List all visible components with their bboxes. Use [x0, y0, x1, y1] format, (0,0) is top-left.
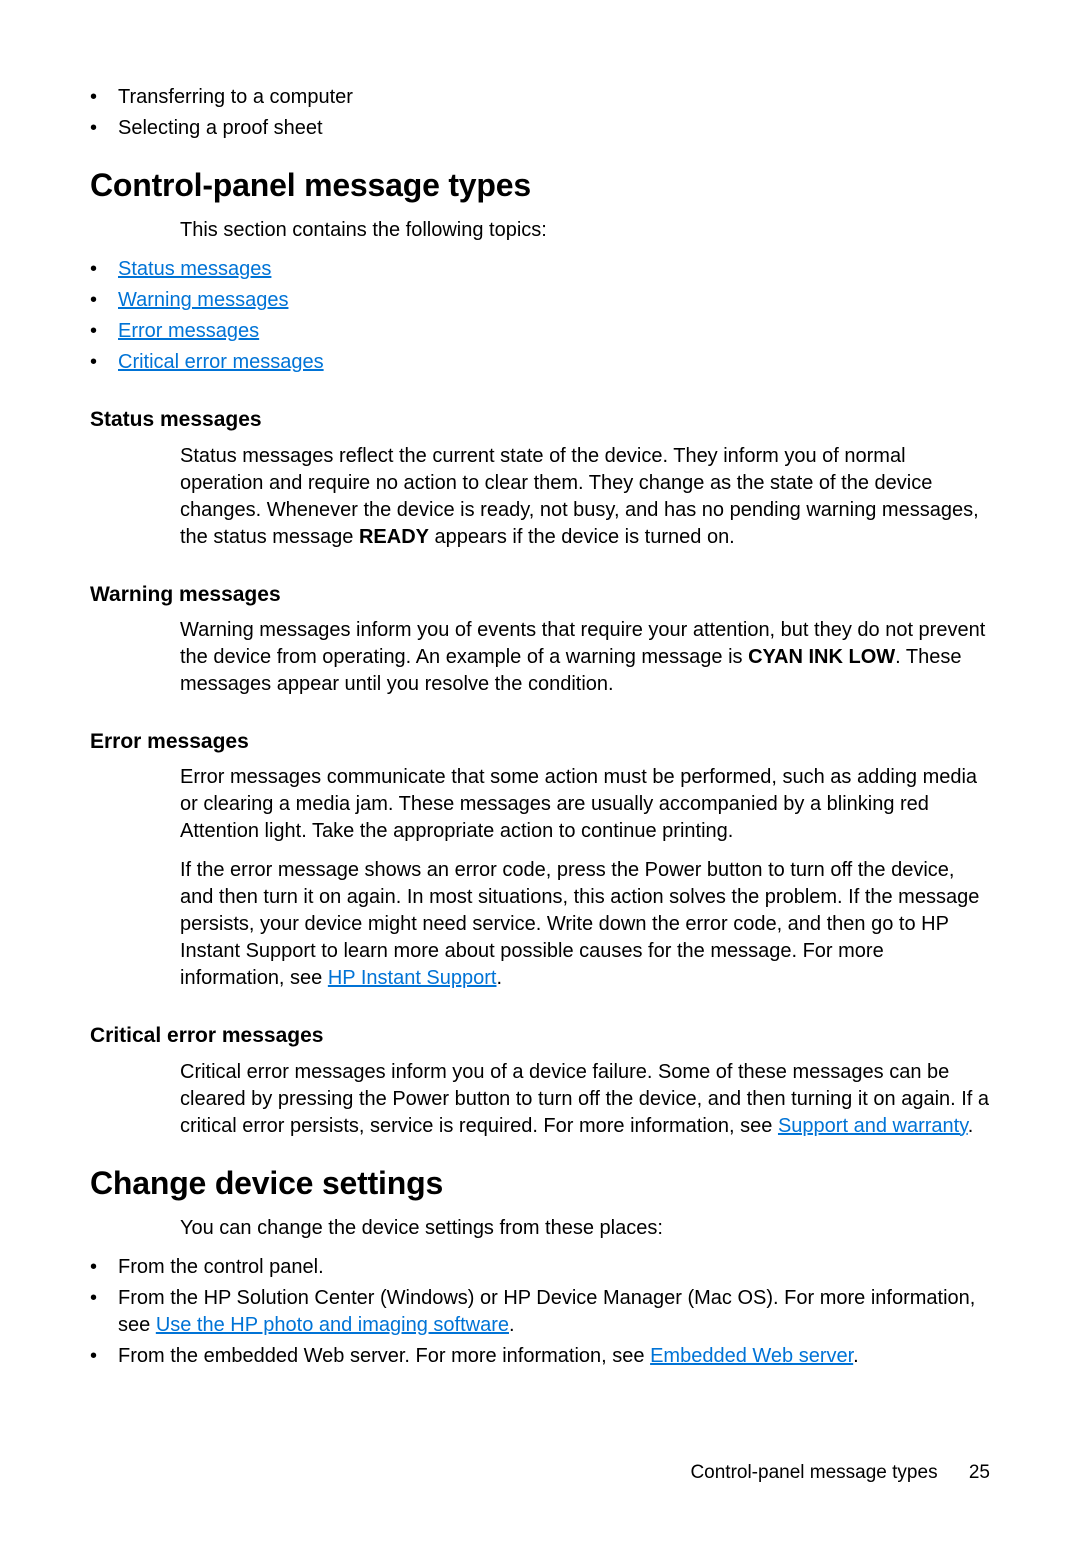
heading-control-panel-message-types: Control-panel message types: [90, 164, 990, 207]
error-body-1: Error messages communicate that some act…: [180, 764, 990, 845]
text-strong: READY: [359, 526, 429, 548]
list-item: Status messages: [90, 256, 990, 283]
footer-page-number: 25: [969, 1462, 990, 1483]
list-item: Warning messages: [90, 287, 990, 314]
change-list: From the control panel. From the HP Solu…: [90, 1254, 990, 1370]
text-run: .: [968, 1115, 974, 1137]
warning-body: Warning messages inform you of events th…: [180, 617, 990, 698]
list-item: From the control panel.: [90, 1254, 990, 1281]
link-warning-messages[interactable]: Warning messages: [118, 289, 288, 311]
heading-critical-error-messages: Critical error messages: [90, 1022, 990, 1050]
status-body: Status messages reflect the current stat…: [180, 443, 990, 551]
heading-error-messages: Error messages: [90, 728, 990, 756]
link-critical-error-messages[interactable]: Critical error messages: [118, 351, 324, 373]
top-continued-list: Transferring to a computer Selecting a p…: [90, 84, 990, 142]
change-intro: You can change the device settings from …: [180, 1215, 990, 1242]
text-run: If the error message shows an error code…: [180, 859, 979, 989]
list-item: Error messages: [90, 318, 990, 345]
list-item: Selecting a proof sheet: [90, 115, 990, 142]
list-item: Transferring to a computer: [90, 84, 990, 111]
heading-change-device-settings: Change device settings: [90, 1162, 990, 1205]
cpmt-toc-list: Status messages Warning messages Error m…: [90, 256, 990, 376]
list-item-text: From the control panel.: [118, 1256, 324, 1278]
list-item: Critical error messages: [90, 349, 990, 376]
link-error-messages[interactable]: Error messages: [118, 320, 259, 342]
critical-body: Critical error messages inform you of a …: [180, 1059, 990, 1140]
text-run: .: [853, 1345, 859, 1367]
link-embedded-web-server[interactable]: Embedded Web server: [650, 1345, 853, 1367]
link-hp-photo-imaging-software[interactable]: Use the HP photo and imaging software: [156, 1314, 509, 1336]
list-item: From the HP Solution Center (Windows) or…: [90, 1285, 990, 1339]
list-item-text: Transferring to a computer: [118, 86, 353, 108]
page-footer: Control-panel message types 25: [90, 1460, 990, 1486]
text-run: .: [509, 1314, 515, 1336]
text-run: appears if the device is turned on.: [429, 526, 735, 548]
list-item: From the embedded Web server. For more i…: [90, 1343, 990, 1370]
error-body-2: If the error message shows an error code…: [180, 857, 990, 992]
link-hp-instant-support[interactable]: HP Instant Support: [328, 967, 497, 989]
text-strong: CYAN INK LOW: [748, 646, 895, 668]
text-run: .: [496, 967, 502, 989]
footer-section-label: Control-panel message types: [690, 1462, 937, 1483]
heading-warning-messages: Warning messages: [90, 581, 990, 609]
text-run: From the embedded Web server. For more i…: [118, 1345, 650, 1367]
link-status-messages[interactable]: Status messages: [118, 258, 271, 280]
cpmt-intro: This section contains the following topi…: [180, 217, 990, 244]
list-item-text: Selecting a proof sheet: [118, 117, 323, 139]
link-support-and-warranty[interactable]: Support and warranty: [778, 1115, 968, 1137]
heading-status-messages: Status messages: [90, 406, 990, 434]
